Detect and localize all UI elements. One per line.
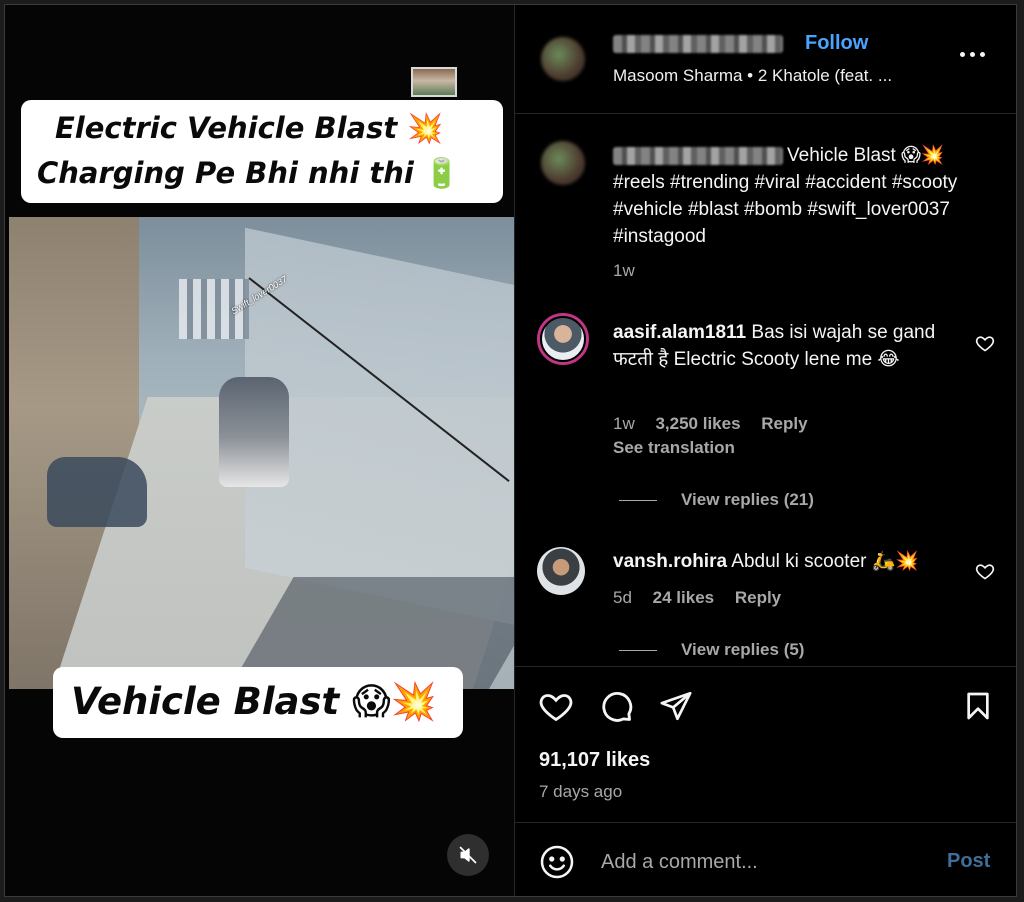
- follow-button[interactable]: Follow: [805, 32, 868, 55]
- commenter-avatar[interactable]: [537, 313, 589, 365]
- comment-icon: [602, 692, 633, 722]
- battery-emoji: 🔋: [423, 156, 461, 190]
- view-replies-label: View replies (21): [681, 490, 814, 509]
- emoji-icon[interactable]: [539, 844, 575, 880]
- caption-author-username-blurred[interactable]: [613, 147, 783, 165]
- reply-button[interactable]: Reply: [735, 588, 781, 607]
- explosion-emoji: 💥: [407, 111, 444, 145]
- audio-info[interactable]: Masoom Sharma • 2 Khatole (feat. ...: [613, 66, 892, 86]
- view-replies-button[interactable]: View replies (21): [619, 490, 814, 510]
- speaker-muted-icon: [459, 846, 477, 864]
- add-comment-bar: Post: [515, 822, 1016, 896]
- comment-username[interactable]: vansh.rohira: [613, 551, 727, 572]
- comment-likes[interactable]: 3,250 likes: [655, 414, 740, 433]
- reel-caption-bottom: Vehicle Blast 😱💥: [53, 667, 463, 738]
- like-button[interactable]: [537, 687, 575, 725]
- caption-text: Vehicle Blast 😱💥: [787, 145, 945, 166]
- commenter-avatar[interactable]: [537, 547, 585, 595]
- more-horizontal-icon: [960, 51, 965, 57]
- comment-time: 5d: [613, 588, 632, 607]
- comment-text: Abdul ki scooter 🛵💥: [731, 551, 920, 572]
- view-replies-label: View replies (5): [681, 640, 805, 659]
- caption-author-avatar[interactable]: [541, 141, 585, 185]
- view-replies-line: [619, 499, 657, 501]
- author-avatar[interactable]: [541, 37, 585, 81]
- comment-like-heart-icon[interactable]: [975, 333, 995, 353]
- reel-video-frame[interactable]: Swift_lover0037: [9, 217, 514, 689]
- caption-bottom-text: Vehicle Blast: [71, 680, 340, 723]
- caption-top-line1: Electric Vehicle Blast: [55, 111, 398, 145]
- bookmark-icon: [967, 692, 989, 720]
- heart-icon: [539, 694, 573, 722]
- comment-meta: 1w 3,250 likes Reply: [613, 414, 824, 434]
- mute-button[interactable]: [447, 834, 489, 876]
- comment-like-heart-icon[interactable]: [975, 561, 995, 581]
- reel-caption-top: Electric Vehicle Blast 💥 Charging Pe Bhi…: [21, 100, 503, 203]
- view-replies-button[interactable]: View replies (5): [619, 640, 804, 660]
- comment-time: 1w: [613, 414, 635, 433]
- see-translation-button[interactable]: See translation: [613, 438, 735, 458]
- reel-player[interactable]: Electric Vehicle Blast 💥 Charging Pe Bhi…: [5, 5, 514, 896]
- caption-top-line2: Charging Pe Bhi nhi thi: [37, 156, 414, 190]
- post-comment-button[interactable]: Post: [947, 850, 990, 873]
- view-replies-line: [619, 649, 657, 651]
- audio-artist: Masoom Sharma: [613, 66, 743, 85]
- comment-input[interactable]: [599, 845, 923, 879]
- comment-body: vansh.rohira Abdul ki scooter 🛵💥: [613, 548, 963, 575]
- share-button[interactable]: [657, 687, 695, 725]
- comment-body: aasif.alam1811 Bas isi wajah se gand फटत…: [613, 319, 958, 373]
- audio-track: 2 Khatole (feat. ...: [757, 66, 893, 85]
- post-date: 7 days ago: [539, 782, 623, 801]
- audio-separator: •: [747, 66, 754, 85]
- comment-username[interactable]: aasif.alam1811: [613, 322, 746, 343]
- author-username-blurred[interactable]: [613, 35, 783, 53]
- post-header: Follow Masoom Sharma • 2 Khatole (feat. …: [515, 5, 1016, 114]
- reel-thumbnail-image: [411, 67, 457, 97]
- comments-list[interactable]: Vehicle Blast 😱💥 #reels #trending #viral…: [515, 113, 1016, 666]
- video-rider-on-scooter: [219, 377, 289, 487]
- post-likes-count[interactable]: 91,107 likes: [539, 749, 650, 772]
- post-sidebar: Follow Masoom Sharma • 2 Khatole (feat. …: [514, 5, 1016, 896]
- reply-button[interactable]: Reply: [761, 414, 807, 433]
- caption-hashtags[interactable]: #reels #trending #viral #accident #scoot…: [613, 169, 983, 250]
- more-options-button[interactable]: [960, 47, 990, 61]
- comment-meta: 5d 24 likes Reply: [613, 588, 797, 608]
- share-icon: [660, 691, 692, 721]
- caption-time: 1w: [613, 261, 635, 280]
- comment-button[interactable]: [597, 687, 635, 725]
- shocked-explosion-emoji: 😱💥: [352, 680, 437, 723]
- instagram-post-window: Electric Vehicle Blast 💥 Charging Pe Bhi…: [4, 4, 1017, 897]
- comment-likes[interactable]: 24 likes: [653, 588, 714, 607]
- save-button[interactable]: [959, 687, 997, 725]
- post-actions: 91,107 likes 7 days ago: [515, 666, 1016, 823]
- video-parked-scooter: [47, 457, 147, 527]
